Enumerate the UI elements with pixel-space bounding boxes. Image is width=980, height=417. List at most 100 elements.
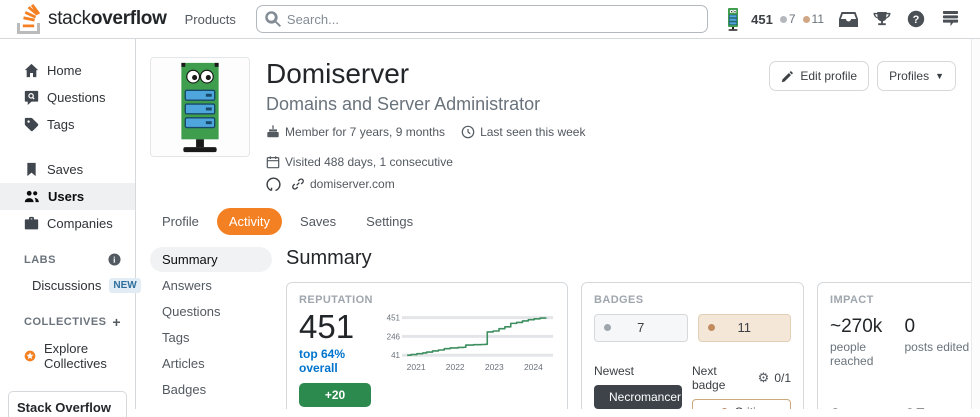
svg-text:246: 246: [387, 332, 401, 341]
svg-text:?: ?: [913, 14, 920, 26]
stat-people-reached: ~270k people reached: [830, 315, 883, 368]
stat-posts-edited: 0 posts edited: [904, 315, 970, 354]
profile-name: Domiserver: [266, 58, 410, 89]
companies-icon: [24, 216, 39, 230]
profiles-dropdown-button[interactable]: Profiles ▼: [877, 61, 956, 91]
bookmark-icon: [27, 162, 36, 177]
topbar-right-cluster: 451 7 11 ?: [718, 7, 970, 31]
top-navigation-bar: stackoverflow Products 451: [0, 0, 980, 39]
sidebar-item-saves[interactable]: Saves: [0, 156, 135, 183]
impact-card-header: IMPACT: [830, 293, 874, 306]
profile-info: Domiserver Domains and Server Administra…: [266, 57, 753, 192]
profile-actions: Edit profile Profiles ▼: [769, 57, 970, 192]
sidebar-item-discussions[interactable]: Discussions NEW: [0, 272, 141, 299]
svg-text:2021: 2021: [407, 362, 426, 372]
svg-text:2024: 2024: [524, 362, 543, 372]
svg-text:2022: 2022: [446, 362, 465, 372]
sidebar-item-tags[interactable]: Tags: [0, 111, 135, 138]
tab-activity[interactable]: Activity: [216, 207, 283, 235]
website-link[interactable]: domiserver.com: [291, 177, 395, 191]
achievements-trophy-icon[interactable]: [872, 9, 892, 29]
search-icon: [265, 11, 281, 27]
sidebar-item-questions[interactable]: Questions: [0, 84, 135, 111]
users-icon: [24, 190, 39, 203]
sidebar-item-explore-collectives[interactable]: Explore Collectives: [0, 335, 135, 377]
profile-tabs: Profile Activity Saves Settings: [150, 207, 970, 235]
bronze-badges-pill[interactable]: 11: [697, 313, 791, 342]
profile-meta-row: Member for 7 years, 9 months Last seen t…: [266, 125, 753, 169]
subnav-tags[interactable]: Tags: [150, 325, 272, 350]
reputation-score: 451: [751, 11, 773, 27]
tab-profile[interactable]: Profile: [150, 208, 211, 235]
summary-cards: REPUTATION 451 top 64% overall +20 41 246…: [286, 281, 980, 409]
subnav-badges[interactable]: Badges: [150, 377, 272, 402]
bronze-badge-icon: [802, 15, 810, 23]
tab-saves[interactable]: Saves: [288, 208, 348, 235]
stackoverflow-logo-icon: [16, 4, 42, 34]
sidebar-item-home[interactable]: Home: [0, 57, 135, 84]
next-badge-pill[interactable]: Critic: [692, 398, 791, 409]
svg-text:451: 451: [387, 313, 401, 322]
clock-icon: [461, 125, 475, 139]
reputation-value: 451: [299, 307, 355, 345]
badges-bottom: Newest Necromancer Next badge ⚙ 0/1: [594, 364, 791, 409]
edit-profile-button[interactable]: Edit profile: [769, 61, 870, 91]
products-menu[interactable]: Products: [175, 6, 246, 33]
link-icon: [292, 178, 304, 190]
badge-pills: 7 11: [594, 313, 791, 342]
svg-text:2023: 2023: [485, 362, 504, 372]
summary-panel: Summary REPUTATION 451 top 64% overall +…: [272, 247, 980, 409]
github-icon[interactable]: [266, 177, 281, 192]
left-sidebar: Home Questions Tags Saves Users Companie…: [0, 39, 141, 417]
tag-icon: [24, 117, 39, 132]
summary-heading: Summary: [286, 246, 372, 269]
newest-badge-pill[interactable]: Necromancer: [594, 384, 682, 409]
page-scrollbar[interactable]: [971, 39, 980, 409]
profile-title: Domains and Server Administrator: [266, 93, 541, 114]
svg-text:41: 41: [391, 351, 400, 360]
subnav-following[interactable]: Following: [150, 403, 272, 409]
subnav-answers[interactable]: Answers: [150, 273, 272, 298]
member-for: Member for 7 years, 9 months: [266, 125, 445, 139]
search-input[interactable]: [255, 5, 709, 33]
reputation-left: 451 top 64% overall +20: [299, 308, 383, 407]
profile-header: Domiserver Domains and Server Administra…: [150, 57, 970, 192]
stackexchange-menu-icon[interactable]: [940, 9, 960, 29]
pencil-icon: [781, 70, 794, 83]
next-badge-section: Next badge ⚙ 0/1 Critic: [692, 364, 791, 409]
subnav-questions[interactable]: Questions: [150, 299, 272, 324]
my-profile-link[interactable]: 451 7 11: [722, 7, 824, 31]
silver-badges-pill[interactable]: 7: [594, 313, 688, 342]
labs-info-icon[interactable]: i: [108, 253, 121, 266]
subnav-summary[interactable]: Summary: [150, 246, 272, 272]
add-collective-icon[interactable]: +: [112, 315, 121, 329]
activity-body: Summary Answers Questions Tags Articles …: [150, 246, 980, 409]
user-avatar-mini: [722, 7, 744, 31]
collectives-section-header: COLLECTIVES +: [24, 314, 121, 330]
next-badge-label: Next badge: [692, 363, 726, 392]
badges-card: BADGES 7 11 Newest Necromancer Next badg…: [581, 281, 804, 409]
impact-card: IMPACT ~270k people reached 0 posts edit…: [817, 281, 980, 409]
newest-label: Newest: [594, 363, 635, 378]
weekly-reputation-button[interactable]: +20: [299, 382, 371, 407]
stackoverflow-logo[interactable]: stackoverflow: [10, 4, 173, 34]
teams-cta-card[interactable]: Stack Overflow for Teams: [8, 391, 127, 417]
inbox-icon[interactable]: [838, 9, 858, 29]
calendar-icon: [266, 156, 280, 169]
sidebar-item-companies[interactable]: Companies: [0, 210, 135, 237]
help-icon[interactable]: ?: [906, 9, 926, 29]
chevron-down-icon: ▼: [935, 71, 944, 81]
main-content: Domiserver Domains and Server Administra…: [136, 39, 980, 409]
sidebar-item-users[interactable]: Users: [0, 183, 135, 210]
badge-settings-gear-icon[interactable]: ⚙: [758, 371, 770, 384]
labs-section-header: LABS i: [0, 247, 135, 272]
next-badge-progress: 0/1: [774, 370, 791, 385]
newest-badge-section: Newest Necromancer: [594, 364, 682, 409]
tab-settings[interactable]: Settings: [354, 208, 425, 235]
svg-text:i: i: [113, 255, 116, 264]
reputation-rank-link[interactable]: top 64% overall: [299, 347, 383, 375]
collectives-icon: [24, 350, 36, 362]
profile-avatar[interactable]: [150, 57, 250, 157]
subnav-articles[interactable]: Articles: [150, 351, 272, 376]
